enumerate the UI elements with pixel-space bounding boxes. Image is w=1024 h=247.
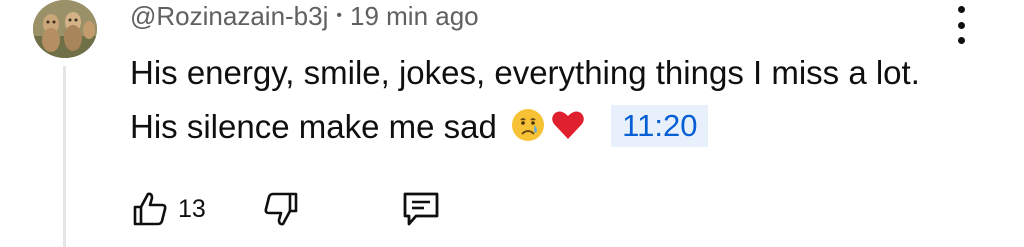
vertical-dots-icon	[957, 37, 965, 44]
thread-line	[63, 66, 66, 247]
reply-button[interactable]	[399, 187, 443, 231]
meta-separator: •	[336, 7, 342, 24]
comment-item: @Rozinazain-b3j • 19 min ago His energy,…	[0, 0, 1024, 247]
comment-header: @Rozinazain-b3j • 19 min ago	[130, 0, 479, 32]
like-count: 13	[178, 194, 206, 223]
comment-time: 19 min ago	[350, 0, 479, 31]
comment-icon	[403, 192, 439, 226]
avatar[interactable]	[33, 0, 97, 58]
thumbs-down-icon	[264, 192, 298, 226]
dislike-button[interactable]	[261, 189, 301, 229]
author-name[interactable]: @Rozinazain-b3j	[130, 1, 328, 32]
vertical-dots-icon	[957, 6, 965, 13]
thumbs-up-icon	[133, 192, 167, 226]
more-actions-button[interactable]	[946, 4, 976, 46]
vertical-dots-icon	[957, 21, 965, 29]
comment-actions: 13	[130, 186, 443, 232]
avatar-image	[33, 0, 97, 58]
like-button[interactable]: 13	[130, 189, 206, 229]
comment-body: His energy, smile, jokes, everything thi…	[130, 46, 960, 154]
crying-face-icon	[511, 109, 544, 142]
red-heart-icon	[552, 111, 584, 140]
timestamp-link[interactable]: 11:20	[611, 105, 709, 148]
